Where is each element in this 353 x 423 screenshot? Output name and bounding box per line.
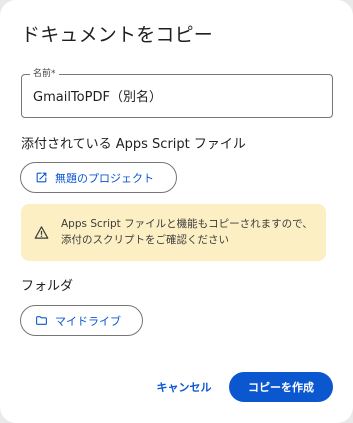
warning-banner: Apps Script ファイルと機能もコピーされますので、添付のスクリプトをご… bbox=[21, 204, 326, 261]
folder-icon bbox=[35, 314, 48, 327]
untitled-project-label: 無題のプロジェクト bbox=[55, 171, 154, 185]
open-in-new-icon bbox=[35, 171, 48, 184]
my-drive-button[interactable]: マイドライブ bbox=[20, 305, 143, 336]
cancel-button[interactable]: キャンセル bbox=[148, 373, 220, 401]
name-field[interactable]: 名前* bbox=[21, 68, 333, 118]
copy-document-dialog: ドキュメントをコピー 名前* 添付されている Apps Script ファイル … bbox=[0, 0, 353, 423]
name-input[interactable] bbox=[33, 88, 323, 103]
apps-script-section-title: 添付されている Apps Script ファイル bbox=[21, 137, 246, 152]
dialog-title: ドキュメントをコピー bbox=[21, 24, 214, 46]
folder-section-title: フォルダ bbox=[21, 279, 74, 294]
make-copy-button[interactable]: コピーを作成 bbox=[229, 372, 333, 402]
warning-icon bbox=[34, 225, 49, 240]
my-drive-label: マイドライブ bbox=[55, 314, 121, 328]
warning-text: Apps Script ファイルと機能もコピーされますので、添付のスクリプトをご… bbox=[61, 218, 313, 246]
name-field-label: 名前* bbox=[30, 68, 59, 80]
untitled-project-button[interactable]: 無題のプロジェクト bbox=[20, 162, 177, 193]
